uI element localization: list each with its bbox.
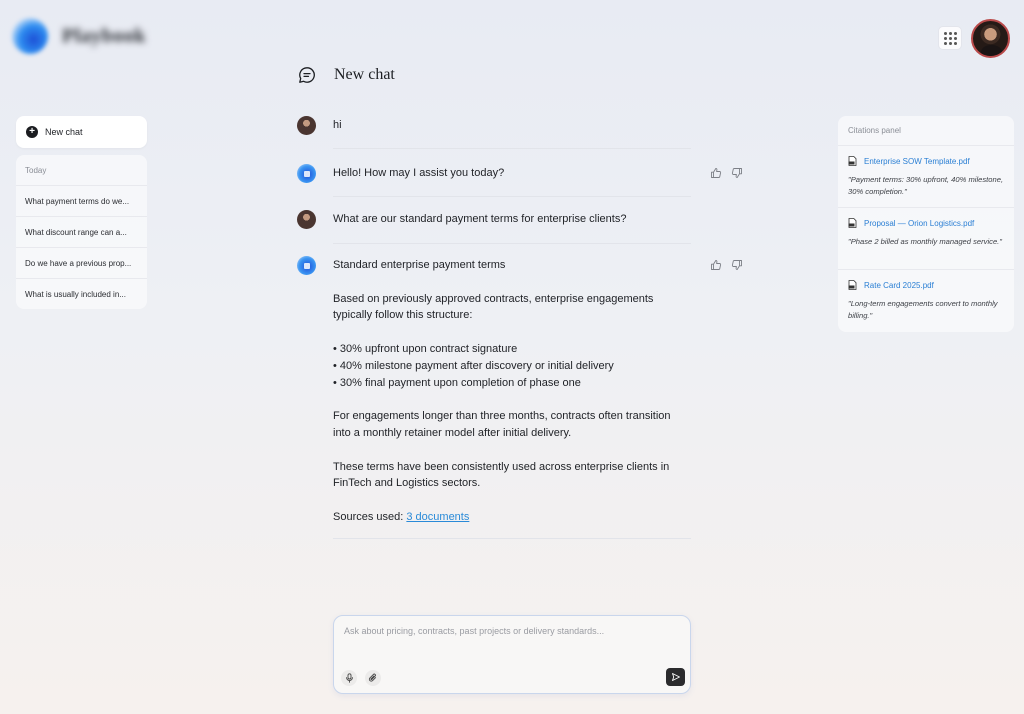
message-divider	[333, 196, 691, 197]
app-name: Playbook	[62, 24, 147, 47]
grid-icon	[943, 31, 947, 35]
message-feedback	[710, 259, 743, 271]
chat-bubble-icon	[299, 67, 315, 83]
app-logo[interactable]: Playbook	[12, 18, 146, 54]
sources-line: Sources used: 3 documents	[333, 509, 691, 526]
citation-quote: "Payment terms: 30% upfront, 40% milesto…	[848, 175, 1004, 196]
citation-quote: "Phase 2 billed as monthly managed servi…	[848, 237, 1002, 246]
message-divider	[333, 243, 691, 244]
chat-input[interactable]	[344, 626, 682, 636]
pdf-file-icon	[848, 156, 857, 166]
new-chat-label: New chat	[45, 127, 83, 137]
message-divider	[333, 538, 691, 539]
assistant-avatar-icon	[297, 164, 316, 183]
answer-paragraph: These terms have been consistently used …	[333, 460, 670, 490]
attach-button[interactable]	[365, 670, 381, 686]
answer-bullet: • 30% upfront upon contract signature	[333, 343, 518, 356]
history-item[interactable]: What payment terms do we...	[16, 186, 147, 217]
sources-label: Sources used:	[333, 511, 407, 524]
history-item[interactable]: Do we have a previous prop...	[16, 248, 147, 279]
citation-item[interactable]: Rate Card 2025.pdf "Long-term engagement…	[838, 270, 1014, 332]
user-message-avatar	[297, 210, 316, 229]
answer-intro: Based on previously approved contracts, …	[333, 292, 654, 322]
answer-bullet: • 40% milestone payment after discovery …	[333, 359, 614, 372]
chat-history-list: Today What payment terms do we... What d…	[16, 155, 147, 309]
citations-title: Citations panel	[838, 116, 1014, 146]
message-text: hi	[333, 119, 342, 131]
message-user: hi	[297, 116, 692, 135]
history-section-label: Today	[16, 155, 147, 186]
new-chat-button[interactable]: + New chat	[16, 116, 147, 148]
message-divider	[333, 148, 691, 149]
message-user: What are our standard payment terms for …	[297, 210, 692, 229]
logo-mark-icon	[12, 18, 48, 54]
microphone-icon	[345, 673, 353, 683]
user-avatar[interactable]	[971, 19, 1010, 58]
citation-item[interactable]: Proposal — Orion Logistics.pdf "Phase 2 …	[838, 208, 1014, 270]
app-window: Playbook + New chat Today What payment t…	[0, 0, 1024, 714]
citations-panel: Citations panel Enterprise SOW Template.…	[838, 116, 1014, 332]
citation-file-link[interactable]: Proposal — Orion Logistics.pdf	[864, 219, 974, 228]
sources-link[interactable]: 3 documents	[406, 511, 469, 523]
message-text: Hello! How may I assist you today?	[333, 167, 505, 179]
message-text: What are our standard payment terms for …	[333, 213, 627, 225]
apps-grid-button[interactable]	[938, 26, 962, 50]
microphone-button[interactable]	[341, 670, 357, 686]
answer-paragraph: For engagements longer than three months…	[333, 410, 671, 439]
citation-quote: "Long-term engagements convert to monthl…	[848, 299, 998, 320]
thumbs-down-icon[interactable]	[731, 167, 743, 179]
pdf-file-icon	[848, 218, 857, 228]
citation-file-link[interactable]: Enterprise SOW Template.pdf	[864, 157, 970, 166]
message-composer	[333, 615, 691, 694]
message-assistant: Hello! How may I assist you today?	[297, 164, 692, 183]
message-body: Standard enterprise payment terms Based …	[333, 257, 691, 526]
thumbs-up-icon[interactable]	[710, 259, 722, 271]
send-button[interactable]	[666, 668, 685, 686]
chat-title: New chat	[334, 66, 395, 83]
pdf-file-icon	[848, 280, 857, 290]
plus-icon: +	[26, 126, 38, 138]
citation-file-link[interactable]: Rate Card 2025.pdf	[864, 281, 934, 290]
citation-item[interactable]: Enterprise SOW Template.pdf "Payment ter…	[838, 146, 1014, 208]
assistant-avatar-icon	[297, 256, 316, 275]
user-message-avatar	[297, 116, 316, 135]
answer-heading: Standard enterprise payment terms	[333, 259, 506, 271]
answer-bullet: • 30% final payment upon completion of p…	[333, 376, 581, 389]
history-item[interactable]: What is usually included in...	[16, 279, 147, 309]
paperclip-icon	[368, 673, 377, 682]
thumbs-up-icon[interactable]	[710, 167, 722, 179]
message-feedback	[710, 167, 743, 179]
send-icon	[671, 673, 680, 681]
message-assistant: Standard enterprise payment terms Based …	[297, 256, 692, 526]
history-item[interactable]: What discount range can a...	[16, 217, 147, 248]
chat-header: New chat	[298, 66, 395, 84]
thumbs-down-icon[interactable]	[731, 259, 743, 271]
